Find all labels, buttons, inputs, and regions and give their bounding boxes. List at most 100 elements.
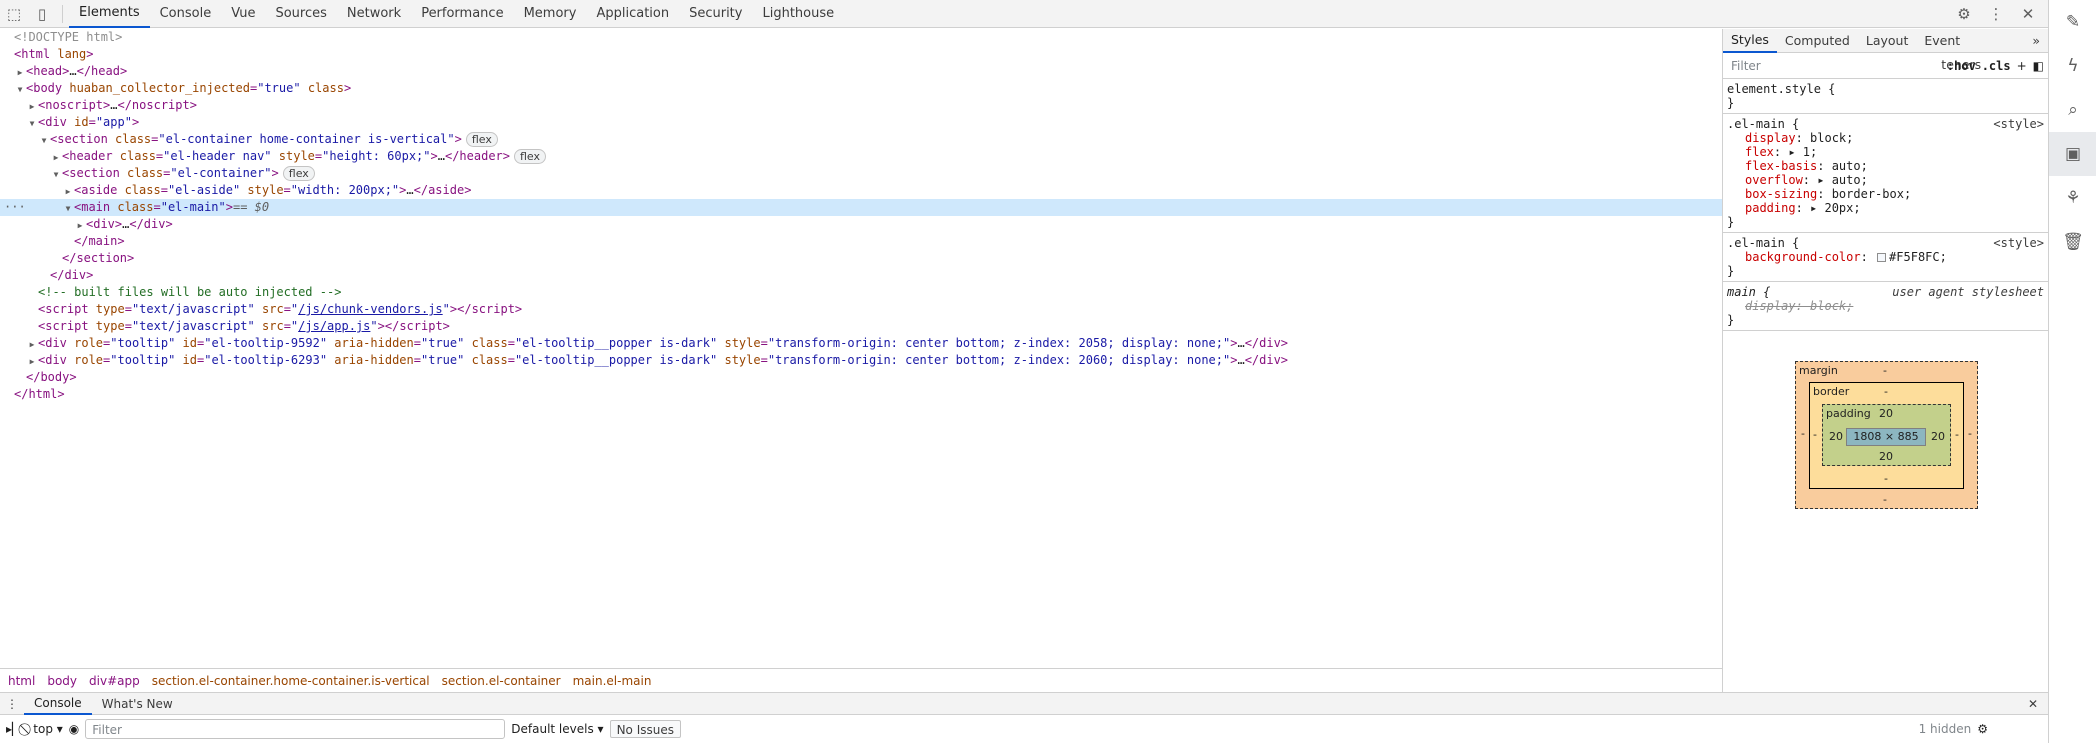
trash-icon[interactable]: 🗑 [2049, 220, 2096, 264]
breadcrumb-section-container[interactable]: section.el-container [438, 674, 565, 688]
styles-filter-input[interactable]: Filter [1727, 55, 1941, 76]
tab-layout[interactable]: Layout [1858, 29, 1917, 53]
dom-line-section2-close[interactable]: </section> [0, 250, 1722, 267]
tab-application[interactable]: Application [586, 0, 679, 28]
css-property-background-color[interactable]: background-color: #F5F8FC; [1727, 250, 2044, 264]
breadcrumb-main[interactable]: main.el-main [569, 674, 656, 688]
dom-line-comment[interactable]: <!-- built files will be auto injected -… [0, 284, 1722, 301]
expand-triangle-icon[interactable]: ▶ [26, 353, 38, 370]
css-property-box-sizing[interactable]: box-sizing: border-box; [1727, 187, 2044, 201]
script-src-link[interactable]: /js/app.js [298, 319, 370, 333]
dom-line-html-close[interactable]: </html> [0, 386, 1722, 403]
collapse-triangle-icon[interactable]: ▼ [38, 132, 50, 149]
toggle-sidebar-icon[interactable]: ◧ [2033, 59, 2044, 73]
tab-styles[interactable]: Styles [1723, 29, 1777, 53]
new-rule-plus-icon[interactable]: + [2017, 59, 2027, 73]
border-bottom-value[interactable]: - [1884, 472, 1888, 485]
padding-top-value[interactable]: 20 [1879, 407, 1893, 420]
tab-computed[interactable]: Computed [1777, 29, 1858, 53]
drawer-tab-whats-new[interactable]: What's New [92, 693, 183, 715]
drawer-close-icon[interactable]: ✕ [2018, 693, 2048, 715]
tab-vue[interactable]: Vue [221, 0, 265, 28]
dom-line-div[interactable]: ▶ <div>…</div> [0, 216, 1722, 233]
dom-line-body[interactable]: ▼ <body huaban_collector_injected="true" … [0, 80, 1722, 97]
padding-right-value[interactable]: 20 [1931, 430, 1945, 443]
tab-lighthouse[interactable]: Lighthouse [752, 0, 844, 28]
more-options-icon[interactable]: ⋮ [1982, 0, 2010, 28]
cls-toggle[interactable]: .cls [1982, 59, 2011, 73]
rule-origin-link[interactable]: <style> [1993, 236, 2044, 250]
dom-line-tooltip2[interactable]: ▶ <div role = "tooltip" id = "el-tooltip-6293… [0, 352, 1722, 369]
device-toolbar-icon[interactable]: ▯ [28, 0, 56, 28]
tab-event-listeners[interactable]: Event Listeners [1916, 29, 2024, 72]
tab-console[interactable]: Console [150, 0, 222, 28]
flex-badge[interactable]: flex [465, 132, 498, 147]
padding-left-value[interactable]: 20 [1829, 430, 1843, 443]
expand-triangle-icon[interactable]: ▶ [26, 336, 38, 353]
padding-bottom-value[interactable]: 20 [1879, 450, 1893, 463]
margin-left-value[interactable]: - [1801, 427, 1805, 440]
margin-bottom-value[interactable]: - [1883, 493, 1887, 506]
expand-triangle-icon[interactable]: ▶ [14, 64, 26, 81]
expand-triangle-icon[interactable]: ▶ [26, 98, 38, 115]
css-property-flex[interactable]: flex: ▸ 1; [1727, 145, 2044, 159]
rule-origin-link[interactable]: <style> [1993, 117, 2044, 131]
script-src-link[interactable]: /js/chunk-vendors.js [298, 302, 443, 316]
collapse-triangle-icon[interactable]: ▼ [62, 200, 74, 217]
flex-badge[interactable]: flex [514, 149, 547, 164]
tab-sources[interactable]: Sources [265, 0, 336, 28]
log-levels-dropdown[interactable]: Default levels ▾ [511, 722, 603, 736]
border-right-value[interactable]: - [1955, 428, 1959, 441]
css-property-flex-basis[interactable]: flex-basis: auto; [1727, 159, 2044, 173]
dom-line-html[interactable]: <html lang> [0, 46, 1722, 63]
expand-triangle-icon[interactable]: ▶ [50, 149, 62, 166]
css-property-display[interactable]: display: block; [1727, 131, 2044, 145]
breadcrumb-body[interactable]: body [43, 674, 81, 688]
inspect-save-icon[interactable]: ▣ [2049, 132, 2096, 176]
breadcrumb-html[interactable]: html [4, 674, 39, 688]
dom-line-div-app[interactable]: ▼ <div id="app"> [0, 114, 1722, 131]
dom-line-aside[interactable]: ▶ <aside class="el-aside" style="width: 2… [0, 182, 1722, 199]
inspect-element-icon[interactable]: ⬚ [0, 0, 28, 28]
dom-line-body-close[interactable]: </body> [0, 369, 1722, 386]
box-model-border[interactable]: border - - - - padding 20 20 20 20 1808 … [1809, 382, 1964, 489]
dom-line-header[interactable]: ▶ <header class="el-header nav" style="he… [0, 148, 1722, 165]
collapse-triangle-icon[interactable]: ▼ [26, 115, 38, 132]
close-icon[interactable]: ✕ [2014, 0, 2042, 28]
expand-triangle-icon[interactable]: ▶ [62, 183, 74, 200]
dom-line-section2[interactable]: ▼ <section class="el-container"> flex [0, 165, 1722, 182]
drawer-menu-icon[interactable]: ⋮ [0, 693, 24, 715]
row-menu-icon[interactable]: ··· [4, 199, 26, 216]
tab-network[interactable]: Network [337, 0, 411, 28]
dom-line-section[interactable]: ▼ <section class="el-container home-conta… [0, 131, 1722, 148]
drawer-tab-console[interactable]: Console [24, 693, 92, 715]
collapse-triangle-icon[interactable]: ▼ [50, 166, 62, 183]
color-swatch-icon[interactable] [1877, 253, 1887, 262]
dom-line-tooltip1[interactable]: ▶ <div role = "tooltip" id = "el-tooltip-9592… [0, 335, 1722, 352]
eye-icon[interactable]: ◉ [69, 722, 79, 736]
console-filter-input[interactable]: Filter [85, 719, 506, 739]
tab-memory[interactable]: Memory [514, 0, 587, 28]
box-model-content[interactable]: 1808 × 885 [1846, 428, 1926, 446]
dom-line-noscript[interactable]: ▶ <noscript>…</noscript> [0, 97, 1722, 114]
console-settings-gear-icon[interactable]: ⚙ [1977, 722, 1988, 736]
collapse-triangle-icon[interactable]: ▼ [14, 81, 26, 98]
dom-line-script2[interactable]: <script type="text/javascript" src="/js/… [0, 318, 1722, 335]
breadcrumb-div-app[interactable]: div#app [85, 674, 144, 688]
issues-button[interactable]: No Issues [609, 720, 681, 738]
magnifier-icon[interactable]: ⌕ [2049, 88, 2096, 132]
border-left-value[interactable]: - [1813, 428, 1817, 441]
tab-performance[interactable]: Performance [411, 0, 513, 28]
box-model-margin[interactable]: margin - - - - border - - - - padding 20… [1795, 361, 1978, 509]
more-tabs-icon[interactable]: » [2024, 29, 2048, 53]
show-sidebar-icon[interactable]: ▸▏ [6, 722, 21, 736]
dom-line-head[interactable]: ▶ <head>…</head> [0, 63, 1722, 80]
rule-selector[interactable]: element.style { [1727, 82, 2044, 96]
margin-right-value[interactable]: - [1968, 427, 1972, 440]
context-select[interactable]: top ▾ [33, 722, 63, 736]
settings-gear-icon[interactable]: ⚙ [1950, 0, 1978, 28]
tab-security[interactable]: Security [679, 0, 752, 28]
box-model-padding[interactable]: padding 20 20 20 20 1808 × 885 [1822, 404, 1951, 466]
tab-elements[interactable]: Elements [69, 0, 150, 28]
lightning-icon[interactable]: ϟ [2049, 44, 2096, 88]
